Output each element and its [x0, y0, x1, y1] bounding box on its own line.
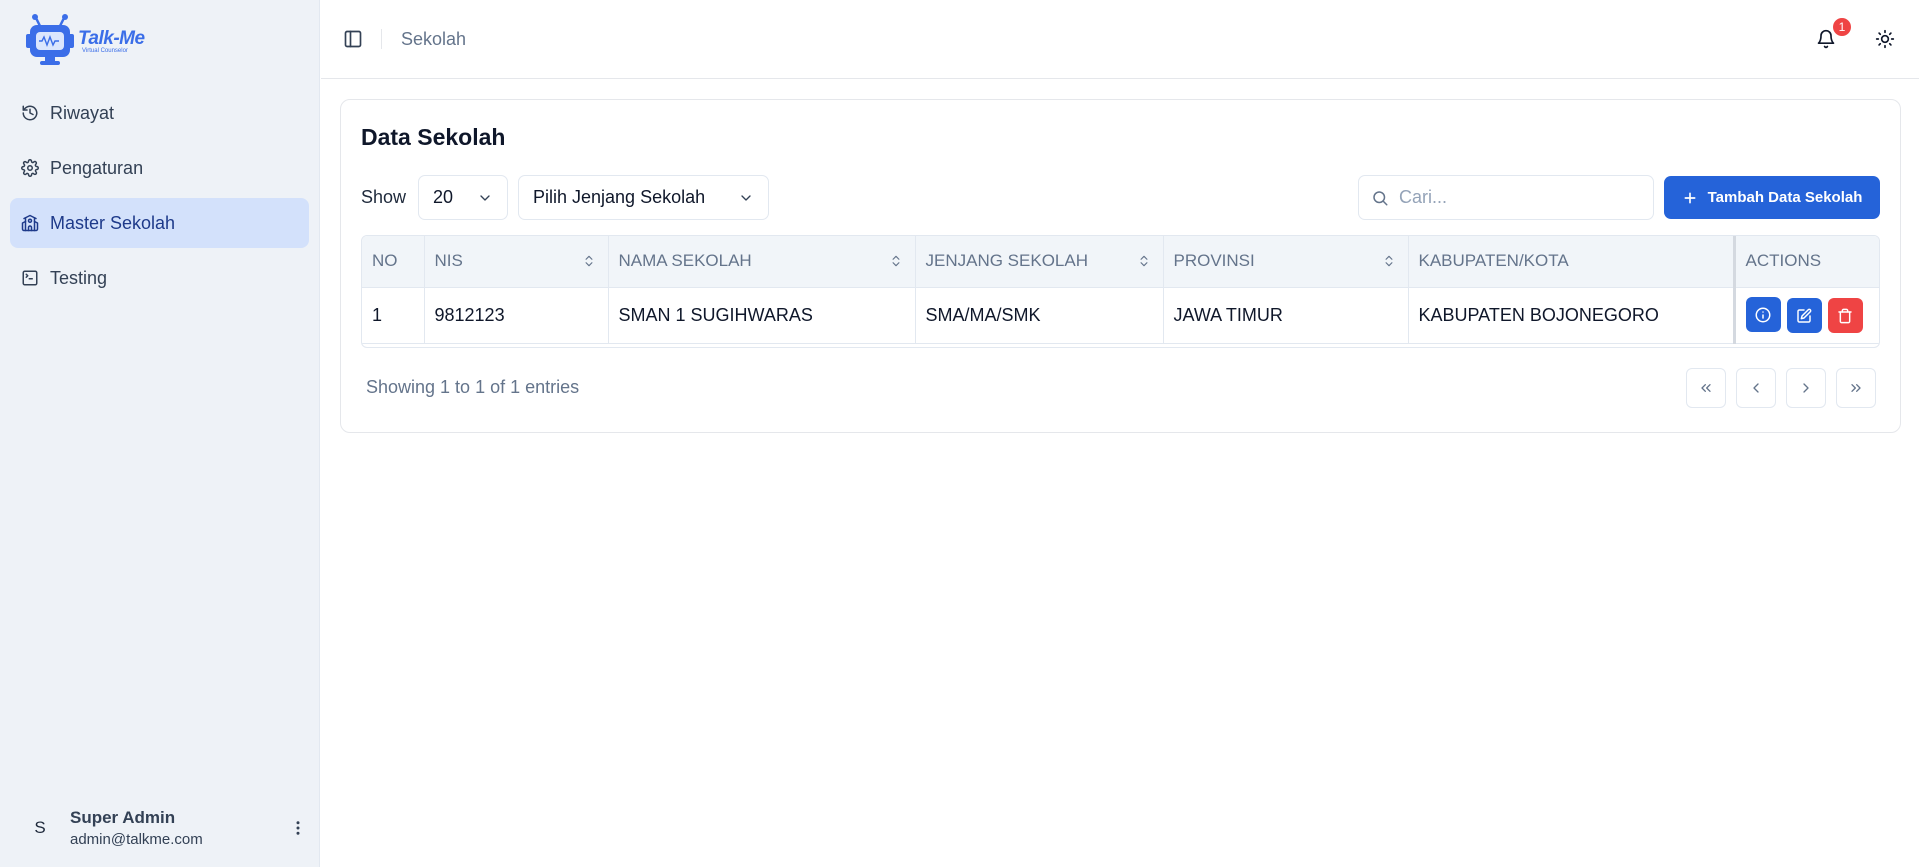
table-row: 1 9812123 SMAN 1 SUGIHWARAS SMA/MA/SMK J…: [362, 287, 1879, 344]
user-email: admin@talkme.com: [70, 831, 203, 848]
sort-icon[interactable]: [889, 253, 903, 269]
cell-kabupaten-kota: KABUPATEN BOJONEGORO: [1408, 287, 1735, 344]
sidebar-item-testing[interactable]: Testing: [10, 253, 309, 303]
cell-actions: [1732, 287, 1879, 344]
table-header-row: NO NIS NAMA SEKOLAH JENJANG SEKOLAH PROV…: [362, 236, 1879, 288]
logo-title: Talk-Me: [78, 28, 145, 49]
last-page-button[interactable]: [1836, 368, 1876, 408]
column-header-actions: ACTIONS: [1732, 236, 1879, 288]
chevron-down-icon: [477, 190, 493, 206]
page-title: Data Sekolah: [361, 124, 506, 150]
sidebar: Talk-Me Virtual Counselor Riwayat Pengat…: [0, 0, 320, 867]
header-divider: [381, 29, 382, 49]
column-header-kabupaten-kota: KABUPATEN/KOTA: [1408, 236, 1735, 288]
history-icon: [20, 103, 40, 123]
robot-logo-icon: [26, 14, 74, 65]
next-page-button[interactable]: [1786, 368, 1826, 408]
chevron-left-icon: [1753, 383, 1759, 393]
school-table: NO NIS NAMA SEKOLAH JENJANG SEKOLAH PROV…: [361, 235, 1880, 348]
sort-icon[interactable]: [1137, 253, 1151, 269]
column-header-nama-sekolah[interactable]: NAMA SEKOLAH: [608, 236, 916, 288]
info-icon: [1755, 307, 1771, 322]
gear-icon: [20, 158, 40, 178]
search-box: [1358, 175, 1654, 220]
show-label: Show: [361, 187, 407, 207]
column-header-jenjang-sekolah[interactable]: JENJANG SEKOLAH: [915, 236, 1164, 288]
sidebar-toggle-icon[interactable]: [341, 27, 365, 51]
top-header: Sekolah 1: [321, 0, 1919, 79]
column-header-provinsi[interactable]: PROVINSI: [1163, 236, 1409, 288]
sidebar-item-pengaturan[interactable]: Pengaturan: [10, 143, 309, 193]
info-button[interactable]: [1745, 297, 1781, 332]
data-sekolah-card: Data Sekolah Show 20 Pilih Jenjang Sekol…: [340, 99, 1901, 433]
sidebar-nav: Riwayat Pengaturan Master Sekolah Testin…: [10, 88, 309, 308]
sidebar-item-label: Pengaturan: [50, 157, 144, 178]
column-header-no: NO: [362, 236, 425, 288]
sort-icon[interactable]: [582, 253, 596, 269]
user-profile[interactable]: S Super Admin admin@talkme.com: [20, 800, 310, 856]
chevron-down-icon: [738, 190, 754, 206]
avatar: S: [34, 818, 46, 837]
edit-button[interactable]: [1786, 298, 1822, 333]
logo-subtitle: Virtual Counselor: [82, 48, 128, 54]
sidebar-item-label: Master Sekolah: [50, 212, 176, 233]
app-logo[interactable]: Talk-Me Virtual Counselor: [24, 12, 145, 68]
cell-nis: 9812123: [424, 287, 609, 344]
school-icon: [20, 213, 40, 233]
page-size-value: 20: [433, 187, 454, 207]
column-header-nis[interactable]: NIS: [424, 236, 609, 288]
sidebar-item-riwayat[interactable]: Riwayat: [10, 88, 309, 138]
user-name: Super Admin: [70, 808, 176, 827]
sidebar-item-label: Riwayat: [50, 102, 115, 123]
search-input[interactable]: [1399, 187, 1639, 208]
delete-button[interactable]: [1827, 298, 1863, 333]
breadcrumb[interactable]: Sekolah: [401, 29, 466, 50]
jenjang-select-value: Pilih Jenjang Sekolah: [533, 187, 706, 207]
notification-badge: 1: [1831, 16, 1853, 38]
first-page-button[interactable]: [1686, 368, 1726, 408]
sun-icon[interactable]: [1871, 25, 1899, 53]
chevrons-left-icon: [1701, 384, 1711, 392]
jenjang-select[interactable]: Pilih Jenjang Sekolah: [518, 175, 769, 220]
add-school-button[interactable]: Tambah Data Sekolah: [1664, 176, 1880, 219]
entries-info: Showing 1 to 1 of 1 entries: [366, 377, 580, 397]
sidebar-item-master-sekolah[interactable]: Master Sekolah: [10, 198, 309, 248]
sort-icon[interactable]: [1382, 253, 1396, 269]
sidebar-item-label: Testing: [50, 267, 108, 288]
more-vertical-icon[interactable]: [286, 816, 310, 840]
search-icon: [1371, 189, 1389, 207]
terminal-icon: [20, 268, 40, 288]
edit-icon: [1797, 308, 1812, 323]
prev-page-button[interactable]: [1736, 368, 1776, 408]
cell-provinsi: JAWA TIMUR: [1163, 287, 1409, 344]
cell-jenjang-sekolah: SMA/MA/SMK: [915, 287, 1164, 344]
chevron-right-icon: [1803, 383, 1809, 393]
chevrons-right-icon: [1851, 384, 1861, 392]
trash-icon: [1838, 308, 1852, 323]
add-school-button-label: Tambah Data Sekolah: [1707, 189, 1863, 206]
cell-nama-sekolah: SMAN 1 SUGIHWARAS: [608, 287, 916, 344]
plus-icon: [1682, 190, 1698, 206]
cell-no: 1: [362, 287, 425, 344]
page-size-select[interactable]: 20: [418, 175, 508, 220]
